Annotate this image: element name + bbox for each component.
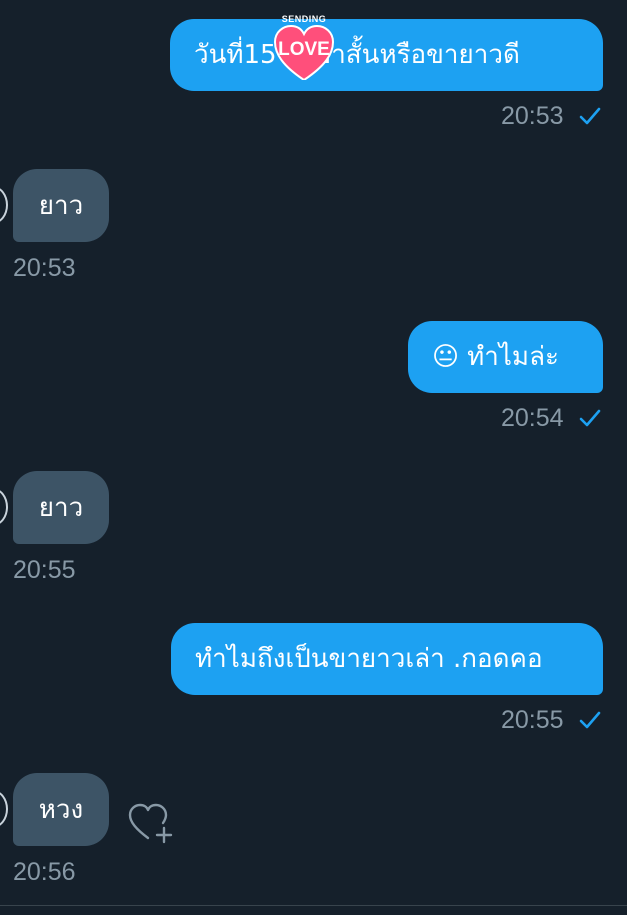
outgoing-message-bubble[interactable]: ทำไมถึงเป็นขายาวเล่า .กอดคอ (171, 623, 603, 695)
check-icon (579, 409, 601, 427)
heart-plus-icon[interactable] (128, 802, 174, 844)
love-sticker: SENDING LOVE (273, 14, 335, 80)
message-timestamp: 20:55 (13, 556, 76, 584)
message-timestamp: 20:56 (13, 858, 76, 886)
outgoing-message-bubble[interactable]: วันที่15 ใส่ขาสั้นหรือขายาวดี (170, 19, 603, 91)
check-icon (579, 107, 601, 125)
incoming-message-bubble[interactable]: ยาว (13, 471, 109, 544)
message-text: วันที่15 ใส่ขาสั้นหรือขายาวดี (194, 40, 520, 70)
message-text: ทำไมล่ะ (467, 342, 559, 372)
composer-divider (0, 905, 627, 906)
message-text: ยาว (38, 190, 84, 221)
message-timestamp: 20:53 (501, 102, 564, 130)
avatar[interactable] (0, 488, 8, 526)
sticker-main-text: LOVE (278, 39, 330, 60)
emoji: 😐 (432, 342, 460, 372)
avatar[interactable] (0, 790, 8, 828)
incoming-message-bubble[interactable]: ยาว (13, 169, 109, 242)
message-text: ทำไมถึงเป็นขายาวเล่า .กอดคอ (195, 644, 543, 674)
message-text: ยาว (38, 492, 84, 523)
check-icon (579, 711, 601, 729)
outgoing-message-bubble[interactable]: 😐 ทำไมล่ะ (408, 321, 603, 393)
message-timestamp: 20:53 (13, 254, 76, 282)
message-timestamp: 20:54 (501, 404, 564, 432)
message-text: หวง (38, 794, 84, 825)
avatar[interactable] (0, 186, 8, 224)
incoming-message-bubble[interactable]: หวง (13, 773, 109, 846)
message-timestamp: 20:55 (501, 706, 564, 734)
